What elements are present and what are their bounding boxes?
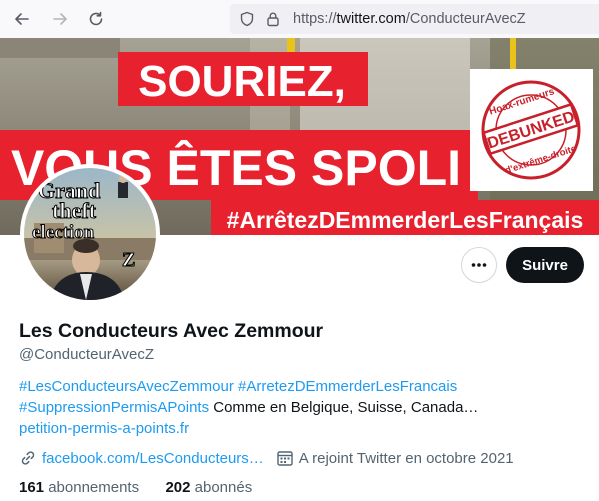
bio-line-3: petition-permis-a-points.fr [19, 418, 584, 439]
lock-icon[interactable] [265, 11, 281, 27]
shield-icon[interactable] [239, 11, 255, 27]
following-link[interactable]: 161 abonnements [19, 479, 139, 496]
followers-count: 202 [165, 479, 191, 496]
browser-toolbar: https://twitter.com/ConducteurAvecZ [0, 0, 599, 38]
url-scheme: https:// [293, 11, 337, 27]
calendar-icon [277, 451, 293, 466]
profile-name: Les Conducteurs Avec Zemmour [19, 320, 324, 342]
forward-button[interactable] [48, 7, 72, 31]
profile-bio: #LesConducteursAvecZemmour #ArretezDEmme… [19, 376, 584, 439]
avatar-image: Grand theft election Z [24, 168, 156, 300]
more-horizontal-icon [471, 263, 487, 267]
link-icon [21, 451, 35, 465]
bio-text: Comme en Belgique, Suisse, Canada… [209, 399, 479, 416]
banner-headline-1: SOURIEZ, [138, 57, 346, 106]
avatar-line-2: theft [52, 198, 97, 223]
profile-website-link[interactable]: facebook.com/LesConducteurs… [42, 450, 264, 467]
bio-line-1: #LesConducteursAvecZemmour #ArretezDEmme… [19, 376, 584, 397]
profile-joined-date: A rejoint Twitter en octobre 2021 [298, 449, 514, 467]
bio-hashtag-link[interactable]: #SuppressionPermisAPoints [19, 399, 209, 416]
reload-button[interactable] [84, 7, 108, 31]
profile-handle: @ConducteurAvecZ [19, 346, 155, 363]
follow-button[interactable]: Suivre [506, 247, 584, 283]
bio-hashtag-link[interactable]: #LesConducteursAvecZemmour [19, 378, 234, 395]
avatar-badge: Z [122, 249, 135, 271]
following-count: 161 [19, 479, 45, 496]
banner-hashtag: #ArrêtezDEmmerderLesFrançais [227, 207, 584, 233]
followers-link[interactable]: 202 abonnés [165, 479, 252, 496]
reload-icon [89, 11, 103, 26]
profile-meta: facebook.com/LesConducteurs… A rejoint T… [19, 448, 514, 468]
arrow-right-icon [53, 13, 67, 25]
following-label: abonnements [44, 479, 140, 496]
url-host: twitter.com [336, 11, 406, 27]
more-options-button[interactable] [461, 247, 497, 283]
avatar-line-3: election [32, 222, 95, 243]
arrow-left-icon [15, 13, 29, 25]
debunked-stamp: Hoax-rumeurs DEBUNKED d'extrême-droite [470, 69, 593, 191]
avatar[interactable]: Grand theft election Z [20, 164, 160, 304]
url-path: /ConducteurAvecZ [405, 11, 526, 27]
back-button[interactable] [10, 7, 34, 31]
address-bar[interactable]: https://twitter.com/ConducteurAvecZ [230, 4, 599, 34]
bio-website-link[interactable]: petition-permis-a-points.fr [19, 420, 189, 437]
profile-counts: 161 abonnements 202 abonnés [19, 479, 252, 496]
url-text[interactable]: https://twitter.com/ConducteurAvecZ [293, 11, 526, 27]
bio-line-2: #SuppressionPermisAPoints Comme en Belgi… [19, 397, 584, 418]
bio-hashtag-link[interactable]: #ArretezDEmmerderLesFrancais [238, 378, 457, 395]
followers-label: abonnés [190, 479, 253, 496]
